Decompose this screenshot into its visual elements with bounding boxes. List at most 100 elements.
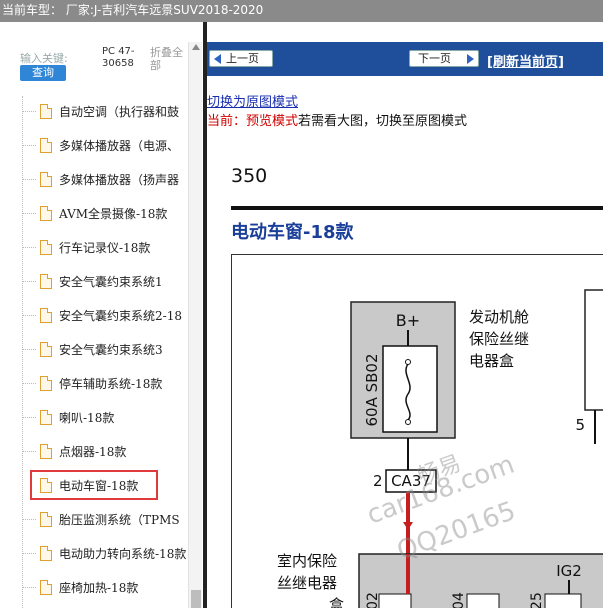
tree-item-label: 喇叭-18款	[59, 411, 115, 425]
tree-tick	[22, 553, 36, 554]
refresh-page-link[interactable]: [刷新当前页]	[487, 51, 564, 70]
document-icon	[40, 546, 52, 561]
tree-tick	[22, 281, 36, 282]
keyword-input[interactable]: 输入关键:	[20, 50, 68, 66]
fuse-f25-box	[544, 593, 582, 608]
tree-item[interactable]: 安全气囊约束系统1	[22, 266, 190, 294]
sidebar-scrollbar[interactable]	[188, 42, 202, 608]
tree-item-label: 自动空调（执行器和鼓	[59, 105, 180, 119]
tree-tick	[22, 587, 36, 588]
tree-item[interactable]: 多媒体播放器（扬声器	[22, 164, 190, 192]
tree-item-label: 座椅加热-18款	[59, 581, 139, 595]
document-icon	[40, 104, 52, 119]
main-content: 上一页 下一页 [刷新当前页] 切换为原图模式 当前：预览模式若需看大图，切换至…	[207, 22, 603, 608]
tree-item-selected[interactable]: 电动车窗-18款	[30, 470, 158, 500]
diagram-title: 电动车窗-18款	[231, 222, 354, 243]
tree-item-label: 点烟器-18款	[59, 445, 127, 459]
ig2-label: IG2	[556, 562, 582, 580]
tree-item[interactable]: 点烟器-18款	[22, 436, 190, 464]
document-icon	[40, 308, 52, 323]
tree-item[interactable]: 电动助力转向系统-18款	[22, 538, 190, 566]
right-partial-box	[584, 289, 603, 411]
tree-tick	[22, 179, 36, 180]
fuse-f02-label: F02	[365, 592, 381, 608]
tree-item-label: 电动车窗-18款	[59, 479, 139, 493]
document-icon	[40, 206, 52, 221]
tree-item[interactable]: AVM全景摄像-18款	[22, 198, 190, 226]
sidebar: 输入关键: 查询 PC 47-30658 折叠全部 自动空调（执行器和鼓 多媒体…	[0, 22, 205, 608]
pc-code-text: PC 47-30658	[102, 46, 135, 69]
fuse-f04-box	[466, 593, 500, 608]
prev-page-label: 上一页	[226, 52, 259, 65]
tree-tick	[22, 247, 36, 248]
header-rule	[231, 206, 603, 210]
tree-item[interactable]: 多媒体播放器（电源、	[22, 130, 190, 158]
current-model-text: 当前车型： 厂家:J-吉利汽车远景SUV2018-2020	[2, 3, 264, 17]
right-pin: 5	[575, 416, 585, 434]
tree-item[interactable]: 安全气囊约束系统3	[22, 334, 190, 362]
document-icon	[40, 138, 52, 153]
tree-item[interactable]: 停车辅助系统-18款	[22, 368, 190, 396]
document-icon	[40, 172, 52, 187]
next-page-button[interactable]: 下一页	[409, 50, 479, 67]
search-button[interactable]: 查询	[20, 65, 66, 81]
engine-box-label-line1: 发动机舱	[469, 308, 529, 326]
tree-tick	[22, 349, 36, 350]
document-icon	[40, 512, 52, 527]
tree-item-label: AVM全景摄像-18款	[59, 207, 168, 221]
page-number: 350	[231, 165, 268, 187]
mode-prefix: 当前：	[207, 114, 247, 129]
fuse-f04-label: F04	[451, 592, 467, 608]
fuse-terminal	[405, 359, 411, 365]
tree-tick	[22, 383, 36, 384]
tree-item-label: 胎压监测系统（TPMS	[59, 513, 180, 527]
fuse-f25-label: F25	[529, 592, 545, 608]
engine-box-label-line2: 保险丝继	[469, 330, 529, 348]
fuse-top-label: B+	[396, 311, 420, 330]
tree-item-label: 多媒体播放器（电源、	[59, 139, 180, 153]
tree-item[interactable]: 胎压监测系统（TPMS	[22, 504, 190, 532]
search-area: 输入关键: 查询 PC 47-30658 折叠全部	[0, 22, 204, 84]
tree-tick	[22, 451, 36, 452]
tree-tick	[22, 213, 36, 214]
tree-item-label: 停车辅助系统-18款	[59, 377, 163, 391]
tree-item[interactable]: 行车记录仪-18款	[22, 232, 190, 260]
tree-item-label: 电动助力转向系统-18款	[59, 547, 187, 561]
tree-item[interactable]: 喇叭-18款	[22, 402, 190, 430]
tree-item-label: 行车记录仪-18款	[59, 241, 151, 255]
prev-page-button[interactable]: 上一页	[209, 50, 273, 67]
document-icon	[40, 342, 52, 357]
indoor-box-label-line2: 丝继电器	[277, 574, 337, 592]
document-icon	[40, 410, 52, 425]
mode-hint: 若需看大图，切换至原图模式	[298, 114, 468, 129]
indoor-box-label-line1: 室内保险	[277, 552, 337, 570]
document-icon	[40, 444, 52, 459]
collapse-all-link[interactable]: 折叠全部	[150, 46, 190, 72]
page-nav-bar: 上一页 下一页 [刷新当前页]	[207, 42, 603, 76]
tree-tick	[22, 145, 36, 146]
next-page-label: 下一页	[418, 52, 451, 65]
scroll-up-arrow-icon[interactable]	[192, 44, 200, 50]
document-icon	[40, 376, 52, 391]
fuse-terminal	[405, 419, 411, 425]
tree-item-label: 多媒体播放器（扬声器	[59, 173, 180, 187]
wiring-diagram: B+ 60A SB02 发动机舱 保险丝继 电器盒 2 CA37 5 室内保险 …	[277, 289, 603, 608]
fuse-rating: 60A SB02	[363, 353, 381, 426]
tree-item[interactable]: 安全气囊约束系统2-18	[22, 300, 190, 328]
document-icon	[40, 274, 52, 289]
top-title-bar: 当前车型： 厂家:J-吉利汽车远景SUV2018-2020	[0, 0, 603, 22]
right-arrow-icon	[467, 54, 474, 64]
scrollbar-thumb[interactable]	[191, 590, 201, 608]
tree-item[interactable]: 自动空调（执行器和鼓	[22, 96, 190, 124]
mode-name: 预览模式	[246, 114, 299, 129]
document-icon	[40, 240, 52, 255]
engine-box-label-line3: 电器盒	[469, 352, 514, 370]
tree-tick	[22, 111, 36, 112]
indoor-box-label-line3: 盒	[329, 596, 344, 608]
switch-original-mode-link[interactable]: 切换为原图模式	[207, 91, 298, 110]
tree-tick	[22, 315, 36, 316]
document-icon	[40, 478, 52, 493]
tree-tick	[22, 417, 36, 418]
tree-item-label: 安全气囊约束系统1	[59, 275, 163, 289]
tree-item[interactable]: 座椅加热-18款	[22, 572, 190, 600]
